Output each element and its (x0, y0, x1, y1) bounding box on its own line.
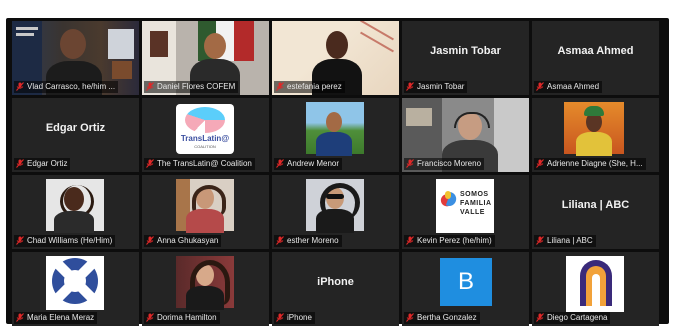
muted-mic-icon (146, 158, 154, 168)
participant-name-label: estefania perez (274, 81, 345, 93)
muted-mic-icon (406, 81, 414, 91)
logo-line: SOMOS (460, 191, 489, 198)
profile-logo (566, 256, 624, 312)
participant-video (176, 179, 234, 233)
participant-name-label: Maria Elena Meraz (14, 312, 98, 324)
muted-mic-icon (276, 235, 284, 245)
participant-name-label: Adrienne Diagne (She, H... (534, 158, 646, 170)
participant-name-label: Francisco Moreno (404, 158, 485, 170)
participant-name-label: esther Moreno (274, 235, 342, 247)
participant-tile[interactable]: Daniel Flores COFEM (142, 21, 269, 95)
logo-text: TransLatin@ (180, 134, 230, 143)
participant-name-label: Chad Williams (He/Him) (14, 235, 116, 247)
participant-tile[interactable]: Adrienne Diagne (She, H... (532, 98, 659, 172)
muted-mic-icon (276, 81, 284, 91)
muted-mic-icon (536, 81, 544, 91)
participant-tile[interactable]: Jasmin Tobar Jasmin Tobar (402, 21, 529, 95)
muted-mic-icon (536, 235, 544, 245)
muted-mic-icon (16, 81, 24, 91)
participant-name-label: Daniel Flores COFEM (144, 81, 239, 93)
avatar: B (440, 258, 492, 306)
somos-familia-valle-logo: SOMOS FAMILIA VALLE (436, 179, 494, 233)
participant-tile[interactable]: Asmaa Ahmed Asmaa Ahmed (532, 21, 659, 95)
muted-mic-icon (536, 312, 544, 322)
logo-line: VALLE (460, 209, 485, 216)
participant-tile[interactable]: Vlad Carrasco, he/him ... (12, 21, 139, 95)
participant-name-label: Dorima Hamilton (144, 312, 220, 324)
participant-name-label: Vlad Carrasco, he/him ... (14, 81, 119, 93)
participant-tile[interactable]: Francisco Moreno (402, 98, 529, 172)
participant-name-label: Asmaa Ahmed (534, 81, 603, 93)
participant-name-label: Diego Cartagena (534, 312, 611, 324)
participant-display-name: Asmaa Ahmed (557, 45, 634, 57)
participant-tile[interactable]: Dorima Hamilton (142, 252, 269, 326)
participant-tile[interactable]: Anna Ghukasyan (142, 175, 269, 249)
participant-tile[interactable]: estefania perez (272, 21, 399, 95)
muted-mic-icon (276, 158, 284, 168)
muted-mic-icon (16, 158, 24, 168)
muted-mic-icon (406, 235, 414, 245)
logo-subtext: COALITION (194, 144, 216, 149)
participant-name-label: Edgar Ortiz (14, 158, 71, 170)
participant-tile[interactable]: B Bertha Gonzalez (402, 252, 529, 326)
muted-mic-icon (16, 312, 24, 322)
participant-name-label: Andrew Menor (274, 158, 343, 170)
participant-tile[interactable]: esther Moreno (272, 175, 399, 249)
muted-mic-icon (146, 235, 154, 245)
logo-line: FAMILIA (460, 200, 492, 207)
muted-mic-icon (16, 235, 24, 245)
participant-grid: Vlad Carrasco, he/him ... Daniel Flores … (12, 21, 659, 326)
participant-video (306, 179, 364, 233)
participant-tile[interactable]: Andrew Menor (272, 98, 399, 172)
participant-name-label: Bertha Gonzalez (404, 312, 480, 324)
participant-tile[interactable]: iPhone iPhone (272, 252, 399, 326)
participant-display-name: Edgar Ortiz (45, 122, 106, 134)
participant-display-name: iPhone (317, 276, 354, 288)
participant-video (306, 102, 364, 156)
participant-tile[interactable]: TransLatin@ COALITION The TransLatin@ Co… (142, 98, 269, 172)
muted-mic-icon (406, 158, 414, 168)
participant-tile[interactable]: Diego Cartagena (532, 252, 659, 326)
participant-tile[interactable]: Maria Elena Meraz (12, 252, 139, 326)
participant-tile[interactable]: SOMOS FAMILIA VALLE Kevin Perez (he/him) (402, 175, 529, 249)
participant-display-name: Liliana | ABC (561, 199, 630, 211)
muted-mic-icon (276, 312, 284, 322)
translatina-coalition-logo: TransLatin@ COALITION (176, 104, 234, 154)
participant-name-label: Jasmin Tobar (404, 81, 468, 93)
participant-tile[interactable]: Liliana | ABC Liliana | ABC (532, 175, 659, 249)
muted-mic-icon (406, 312, 414, 322)
participant-name-label: Liliana | ABC (534, 235, 596, 247)
muted-mic-icon (146, 81, 154, 91)
muted-mic-icon (536, 158, 544, 168)
participant-name-label: iPhone (274, 312, 315, 324)
participant-display-name: Jasmin Tobar (430, 45, 501, 57)
muted-mic-icon (146, 312, 154, 322)
participant-name-label: The TransLatin@ Coalition (144, 158, 255, 170)
participant-tile[interactable]: Edgar Ortiz Edgar Ortiz (12, 98, 139, 172)
participant-name-label: Anna Ghukasyan (144, 235, 222, 247)
profile-logo (46, 256, 104, 310)
participant-video (564, 102, 624, 156)
meeting-window: Vlad Carrasco, he/him ... Daniel Flores … (6, 18, 669, 326)
participant-tile[interactable]: Chad Williams (He/Him) (12, 175, 139, 249)
participant-video (46, 179, 104, 233)
participant-name-label: Kevin Perez (he/him) (404, 235, 495, 247)
participant-video (176, 256, 234, 310)
